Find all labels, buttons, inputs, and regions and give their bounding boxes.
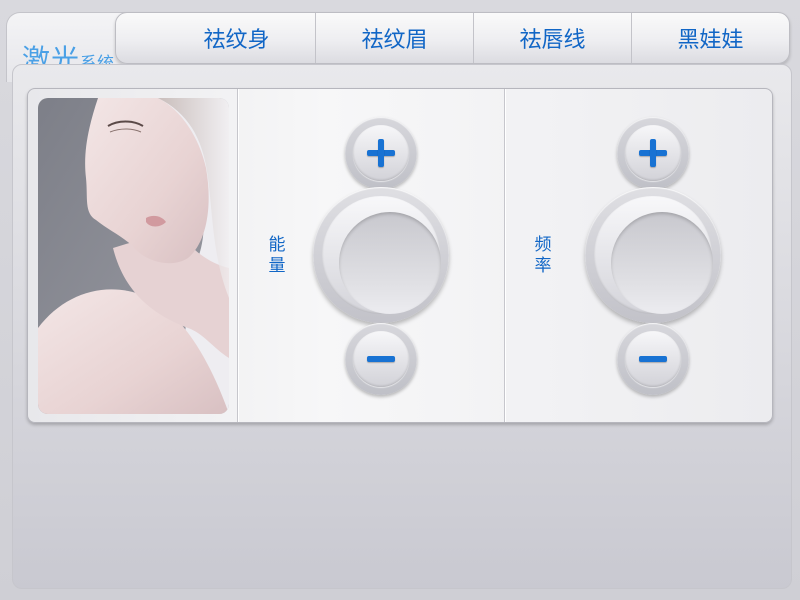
column-divider — [504, 89, 505, 422]
plus-icon — [353, 125, 409, 181]
energy-decrease-button[interactable] — [345, 323, 417, 395]
frequency-decrease-button[interactable] — [617, 323, 689, 395]
frequency-label: 频率 — [534, 235, 552, 276]
plus-icon — [625, 125, 681, 181]
tab-bar: 祛纹身 祛纹眉 祛唇线 黑娃娃 — [115, 12, 790, 64]
model-photo — [38, 98, 229, 414]
tab-eyebrow-removal[interactable]: 祛纹眉 — [315, 13, 473, 63]
minus-icon — [625, 331, 681, 387]
control-panel: 能量 频率 — [27, 88, 773, 423]
energy-value-display[interactable] — [313, 187, 449, 323]
tab-lip-line-removal[interactable]: 祛唇线 — [473, 13, 631, 63]
energy-increase-button[interactable] — [345, 117, 417, 189]
column-divider — [237, 89, 238, 422]
tab-black-doll[interactable]: 黑娃娃 — [631, 13, 789, 63]
frequency-increase-button[interactable] — [617, 117, 689, 189]
frequency-value-display[interactable] — [585, 187, 721, 323]
minus-icon — [353, 331, 409, 387]
model-photo-image — [38, 98, 229, 414]
energy-label: 能量 — [268, 235, 286, 276]
tab-tattoo-removal[interactable]: 祛纹身 — [158, 13, 315, 63]
